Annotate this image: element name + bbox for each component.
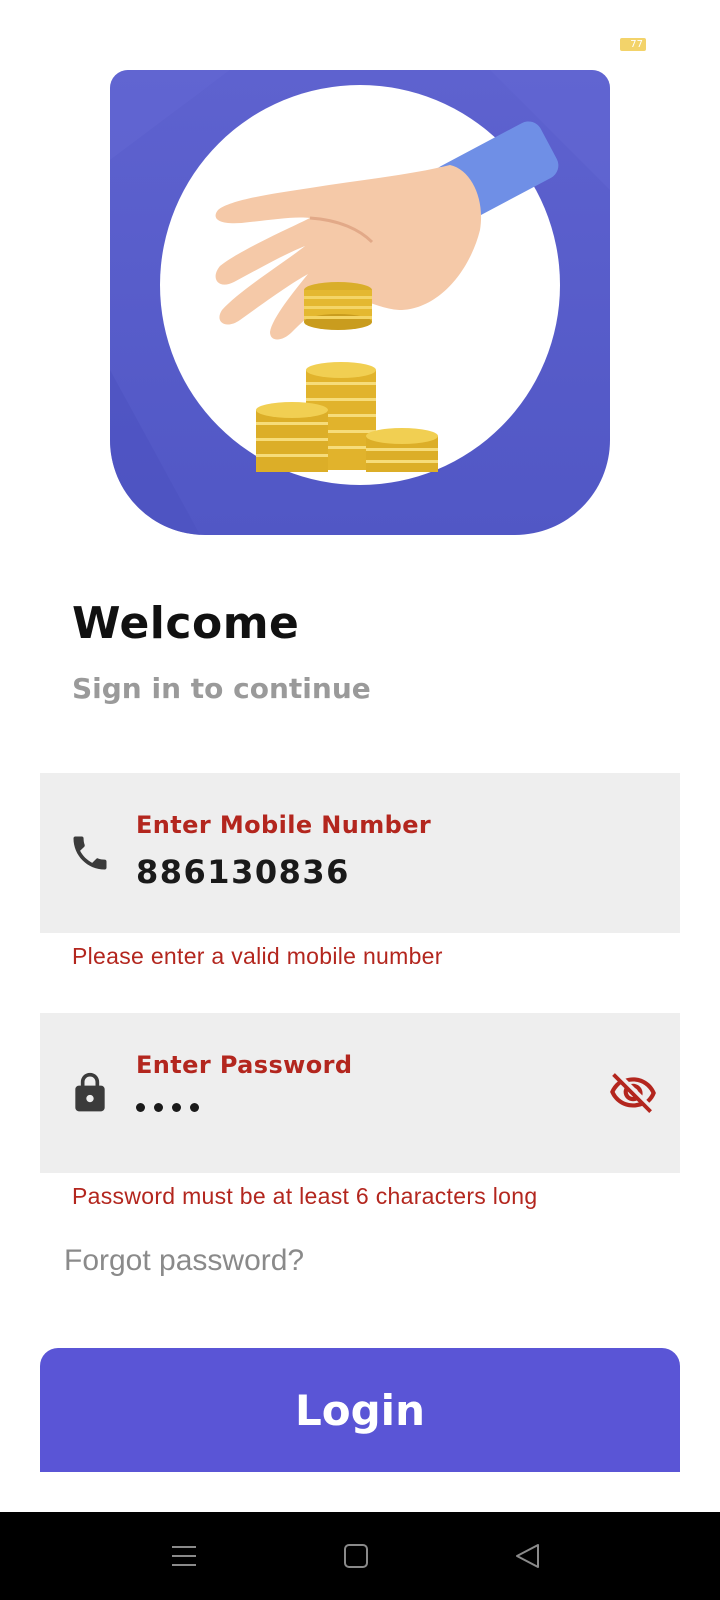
app-logo <box>110 70 610 535</box>
password-mask-dot <box>190 1103 199 1112</box>
home-square-icon[interactable] <box>340 1540 372 1572</box>
phone-icon <box>73 836 107 870</box>
page-title: Welcome <box>72 598 300 649</box>
password-mask-dot <box>154 1103 163 1112</box>
login-button[interactable]: Login <box>40 1348 680 1472</box>
mobile-number-label: Enter Mobile Number <box>136 811 432 839</box>
navigation-bar <box>0 1512 720 1600</box>
battery-level: 77 <box>630 39 643 50</box>
password-field[interactable]: Enter Password <box>40 1013 680 1173</box>
page-subtitle: Sign in to continue <box>72 672 371 705</box>
battery-indicator: 77 <box>620 38 646 51</box>
password-mask-dot <box>136 1103 145 1112</box>
login-screen: 77 Welcome Sign in to continue Enter Mob… <box>0 0 720 1600</box>
mobile-number-error: Please enter a valid mobile number <box>72 943 443 969</box>
password-error: Password must be at least 6 characters l… <box>72 1183 538 1209</box>
mobile-number-input[interactable]: 886130836 <box>136 853 350 891</box>
eye-off-icon[interactable] <box>608 1069 658 1119</box>
password-label: Enter Password <box>136 1051 353 1079</box>
menu-icon[interactable] <box>168 1540 200 1572</box>
mobile-number-field[interactable]: Enter Mobile Number 886130836 <box>40 773 680 933</box>
coins-hand-illustration <box>110 70 610 535</box>
back-triangle-icon[interactable] <box>512 1540 544 1572</box>
lock-icon <box>75 1072 105 1112</box>
password-mask-dot <box>172 1103 181 1112</box>
forgot-password-link[interactable]: Forgot password? <box>64 1244 304 1278</box>
password-input[interactable] <box>136 1103 199 1112</box>
